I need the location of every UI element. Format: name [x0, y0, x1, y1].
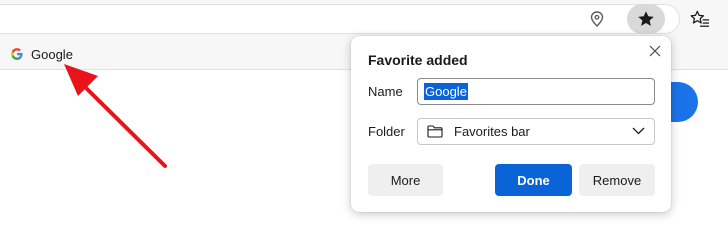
location-icon	[590, 11, 604, 27]
done-button[interactable]: Done	[495, 164, 572, 196]
favorites-button[interactable]	[683, 4, 717, 34]
folder-label: Folder	[368, 124, 405, 139]
favorites-list-icon	[690, 10, 709, 27]
folder-icon	[427, 125, 443, 138]
name-label: Name	[368, 84, 403, 99]
address-bar[interactable]	[0, 4, 680, 34]
chevron-down-icon	[632, 126, 645, 136]
location-button[interactable]	[584, 7, 610, 31]
dialog-title: Favorite added	[368, 52, 468, 68]
add-favorite-button[interactable]	[627, 4, 665, 34]
favorite-added-dialog: Favorite added Name Google Folder Favori…	[351, 36, 671, 212]
close-button[interactable]	[645, 41, 665, 61]
browser-toolbar	[0, 0, 728, 38]
close-icon	[649, 45, 661, 57]
star-filled-icon	[638, 11, 654, 26]
folder-select[interactable]: Favorites bar	[417, 118, 655, 145]
bookmark-google[interactable]: Google	[6, 43, 77, 65]
name-input[interactable]: Google	[417, 78, 655, 105]
bookmark-label: Google	[31, 46, 73, 62]
name-input-value: Google	[424, 83, 468, 100]
folder-select-value: Favorites bar	[454, 124, 530, 139]
more-button[interactable]: More	[368, 164, 443, 196]
google-g-icon	[11, 48, 23, 60]
remove-button[interactable]: Remove	[579, 164, 655, 196]
